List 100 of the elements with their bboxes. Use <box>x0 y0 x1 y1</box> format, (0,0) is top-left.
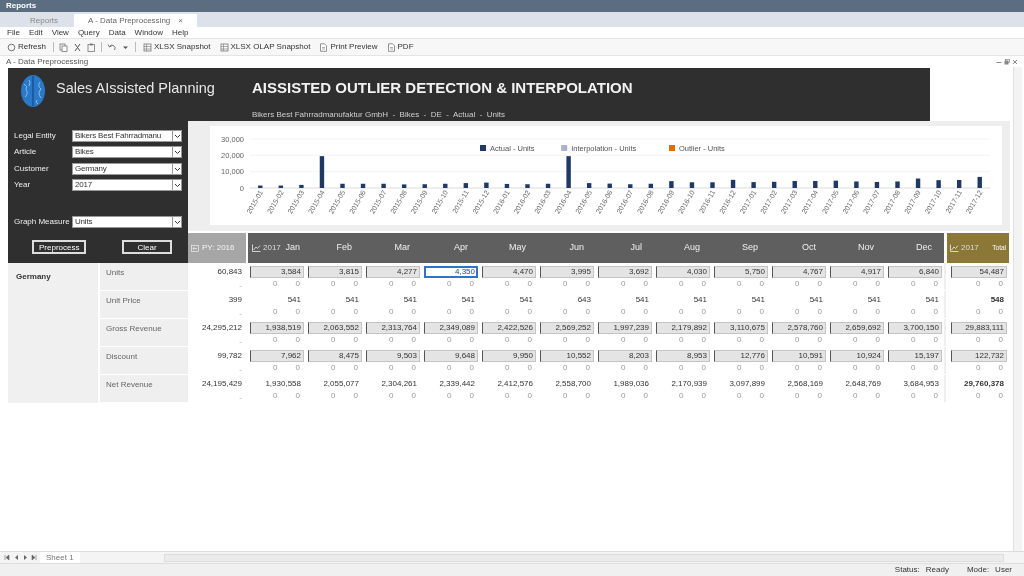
value-field[interactable]: 10,552 <box>540 350 594 362</box>
bar <box>401 184 407 188</box>
refresh-button[interactable]: Refresh <box>5 41 48 53</box>
value-field[interactable]: 9,503 <box>366 350 420 362</box>
value-field[interactable]: 5,750 <box>714 266 768 278</box>
value-field[interactable]: 7,962 <box>250 350 304 362</box>
menu-item[interactable]: Help <box>172 26 189 39</box>
print-preview-button[interactable]: Print Preview <box>317 41 380 53</box>
value-field[interactable]: 3,700,150 <box>888 322 942 334</box>
dropdown[interactable]: 2017 <box>72 179 182 191</box>
value-field[interactable]: 6,840 <box>888 266 942 278</box>
note-text: 0 <box>933 363 938 372</box>
menu-item[interactable]: Edit <box>28 26 43 39</box>
value-field[interactable]: 3,692 <box>598 266 652 278</box>
row-label: Net Revenue <box>98 375 188 402</box>
note-text: 0 <box>853 391 858 400</box>
value-field[interactable]: 2,349,089 <box>424 322 478 334</box>
status-label: Mode: <box>966 564 990 576</box>
close-icon[interactable] <box>1012 58 1018 65</box>
value-field[interactable]: 2,659,692 <box>830 322 884 334</box>
value-field[interactable]: 1,997,239 <box>598 322 652 334</box>
value-field[interactable]: 10,591 <box>772 350 826 362</box>
value-field[interactable]: 122,732 <box>951 350 1007 362</box>
note-text: 0 <box>331 279 336 288</box>
snapshot-button[interactable]: XLSX Snapshot <box>141 41 213 53</box>
month-header: Oct <box>802 241 816 255</box>
note-text: 0 <box>295 391 300 400</box>
value-field[interactable]: 15,197 <box>888 350 942 362</box>
menu-item[interactable]: Data <box>108 26 126 39</box>
note-text: 0 <box>817 279 822 288</box>
note-text: 0 <box>273 279 278 288</box>
note-text: 0 <box>759 307 764 316</box>
menu-item[interactable]: File <box>7 26 20 39</box>
dropdown[interactable]: Germany <box>72 162 182 175</box>
dropdown[interactable]: Bikers Best Fahrradmanu <box>72 129 182 142</box>
value-field[interactable]: 8,953 <box>656 350 710 362</box>
note-text: 0 <box>527 307 532 316</box>
bar <box>730 179 736 188</box>
note-text: 0 <box>817 391 822 400</box>
value-field[interactable]: 1,938,519 <box>250 322 304 334</box>
value-field[interactable]: 8,203 <box>598 350 652 362</box>
page-subtitle: Bikers Best Fahrradmanufaktur GmbH - Bikes - DE - Actual - Units <box>252 108 506 121</box>
value-field[interactable]: 2,313,764 <box>366 322 420 334</box>
scrollbar[interactable] <box>1013 67 1022 551</box>
close-icon[interactable]: × <box>178 14 183 27</box>
preprocess-button[interactable]: Preprocess <box>32 240 87 254</box>
snapshot-button[interactable]: XLSX OLAP Snapshot <box>217 41 313 53</box>
value-field[interactable]: 9,648 <box>424 350 478 362</box>
first-sheet-icon[interactable] <box>4 554 10 561</box>
undo-icon[interactable] <box>107 42 116 52</box>
month-header: May <box>509 241 526 255</box>
chart-icon[interactable] <box>950 244 959 252</box>
row-label: Units <box>98 263 188 290</box>
value-field[interactable]: 2,422,526 <box>482 322 536 334</box>
value-text: 1,989,036 <box>612 378 650 390</box>
value-field[interactable]: 4,767 <box>772 266 826 278</box>
note-text: 0 <box>643 391 648 400</box>
value-field[interactable]: 4,350 <box>424 266 478 278</box>
menu-item[interactable]: View <box>51 26 69 39</box>
note-text: 0 <box>933 307 938 316</box>
note-text: 0 <box>875 335 880 344</box>
value-field[interactable]: 3,995 <box>540 266 594 278</box>
next-sheet-icon[interactable] <box>22 554 28 561</box>
note-text: 0 <box>679 307 684 316</box>
value-field[interactable]: 9,950 <box>482 350 536 362</box>
value-field[interactable]: 8,475 <box>308 350 362 362</box>
note-text: 0 <box>447 279 452 288</box>
clear-button[interactable]: Clear <box>122 240 172 254</box>
value-field[interactable]: 29,883,111 <box>951 322 1007 334</box>
value-field[interactable]: 10,924 <box>830 350 884 362</box>
dropdown[interactable]: Bikes <box>72 146 182 158</box>
bar <box>771 181 777 188</box>
value-field[interactable]: 3,110,675 <box>714 322 768 334</box>
sheet-tab[interactable]: Sheet 1 <box>40 552 80 563</box>
value-field[interactable]: 2,569,252 <box>540 322 594 334</box>
menu-item[interactable]: Query <box>77 26 100 39</box>
value-field[interactable]: 54,487 <box>951 266 1007 278</box>
value-field[interactable]: 4,030 <box>656 266 710 278</box>
value-field[interactable]: 2,179,892 <box>656 322 710 334</box>
paste-icon[interactable] <box>87 42 96 52</box>
note-text: 0 <box>563 363 568 372</box>
document-tab[interactable]: A - Data Preprocessing × <box>74 14 197 27</box>
bar <box>874 181 880 188</box>
value-field[interactable]: 4,470 <box>482 266 536 278</box>
value-field[interactable]: 3,584 <box>250 266 304 278</box>
value-field[interactable]: 2,063,552 <box>308 322 362 334</box>
restore-icon[interactable] <box>1004 58 1010 65</box>
value-field[interactable]: 12,776 <box>714 350 768 362</box>
previous-sheet-icon[interactable] <box>13 554 19 561</box>
menu-item[interactable]: Window <box>134 26 164 39</box>
value-field[interactable]: 3,815 <box>308 266 362 278</box>
value-field[interactable]: 2,578,760 <box>772 322 826 334</box>
dropdown[interactable]: Units <box>72 215 182 228</box>
pdf-button[interactable]: PDF <box>384 41 416 53</box>
value-field[interactable]: 4,917 <box>830 266 884 278</box>
copy-icon[interactable] <box>59 42 68 52</box>
last-sheet-icon[interactable] <box>31 554 37 561</box>
chart-icon[interactable] <box>252 244 261 252</box>
value-field[interactable]: 4,277 <box>366 266 420 278</box>
cut-icon[interactable] <box>73 42 82 52</box>
